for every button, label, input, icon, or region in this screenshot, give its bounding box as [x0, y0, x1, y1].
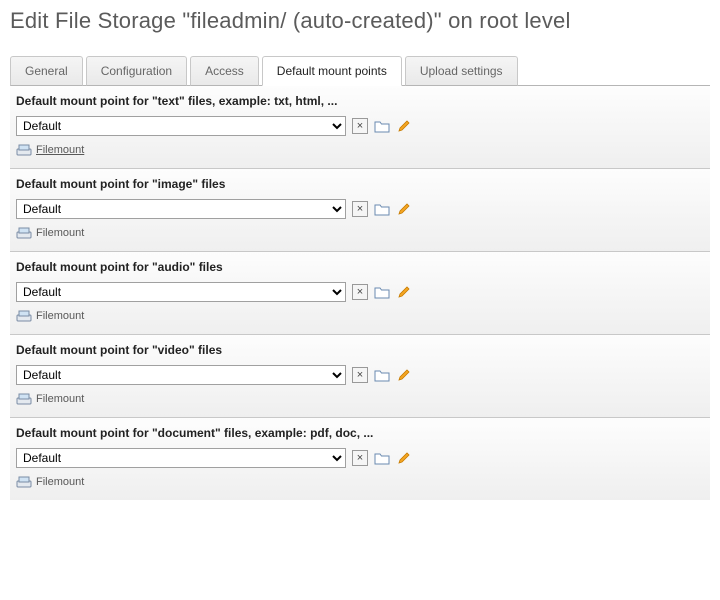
pencil-icon[interactable] [396, 450, 412, 466]
folder-icon[interactable] [374, 284, 390, 300]
filemount-icon [16, 308, 32, 324]
mount-select[interactable]: Default [16, 365, 346, 385]
mount-section-text: Default mount point for "text" files, ex… [10, 86, 710, 169]
pencil-icon[interactable] [396, 118, 412, 134]
mount-section-image: Default mount point for "image" files De… [10, 169, 710, 252]
filemount-icon [16, 474, 32, 490]
clear-icon[interactable]: × [352, 118, 368, 134]
mount-section-video: Default mount point for "video" files De… [10, 335, 710, 418]
section-title: Default mount point for "text" files, ex… [16, 94, 704, 108]
tab-upload-settings[interactable]: Upload settings [405, 56, 518, 86]
mount-select[interactable]: Default [16, 282, 346, 302]
filemount-link[interactable]: Filemount [36, 144, 84, 156]
mount-select[interactable]: Default [16, 116, 346, 136]
folder-icon[interactable] [374, 201, 390, 217]
clear-icon[interactable]: × [352, 450, 368, 466]
section-title: Default mount point for "document" files… [16, 426, 704, 440]
filemount-icon [16, 391, 32, 407]
mount-select[interactable]: Default [16, 448, 346, 468]
mount-section-audio: Default mount point for "audio" files De… [10, 252, 710, 335]
section-title: Default mount point for "audio" files [16, 260, 704, 274]
tab-general[interactable]: General [10, 56, 83, 86]
filemount-link[interactable]: Filemount [36, 227, 84, 239]
clear-icon[interactable]: × [352, 284, 368, 300]
mount-select[interactable]: Default [16, 199, 346, 219]
section-title: Default mount point for "image" files [16, 177, 704, 191]
pencil-icon[interactable] [396, 367, 412, 383]
folder-icon[interactable] [374, 367, 390, 383]
tab-body: Default mount point for "text" files, ex… [10, 85, 710, 500]
filemount-link[interactable]: Filemount [36, 476, 84, 488]
tab-configuration[interactable]: Configuration [86, 56, 187, 86]
pencil-icon[interactable] [396, 284, 412, 300]
folder-icon[interactable] [374, 118, 390, 134]
clear-icon[interactable]: × [352, 367, 368, 383]
filemount-icon [16, 225, 32, 241]
filemount-link[interactable]: Filemount [36, 393, 84, 405]
filemount-link[interactable]: Filemount [36, 310, 84, 322]
section-title: Default mount point for "video" files [16, 343, 704, 357]
folder-icon[interactable] [374, 450, 390, 466]
page-title: Edit File Storage "fileadmin/ (auto-crea… [10, 8, 710, 34]
filemount-icon [16, 142, 32, 158]
tab-bar: General Configuration Access Default mou… [10, 56, 710, 86]
pencil-icon[interactable] [396, 201, 412, 217]
mount-section-document: Default mount point for "document" files… [10, 418, 710, 500]
tab-access[interactable]: Access [190, 56, 259, 86]
tab-default-mount-points[interactable]: Default mount points [262, 56, 402, 86]
clear-icon[interactable]: × [352, 201, 368, 217]
